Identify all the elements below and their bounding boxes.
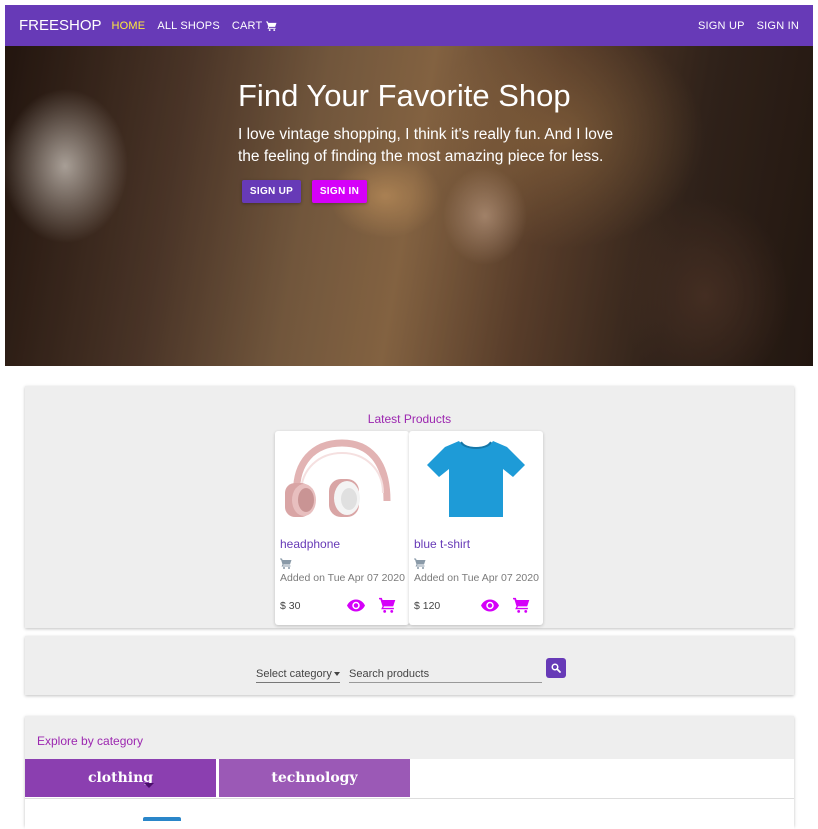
product-name[interactable]: headphone	[280, 537, 340, 551]
hero-title: Find Your Favorite Shop	[238, 78, 571, 113]
product-card: headphone Added on Tue Apr 07 2020 $ 30	[275, 431, 409, 625]
headphone-image[interactable]	[275, 431, 409, 531]
caret-down-icon	[144, 783, 154, 788]
category-select-label: Select category	[256, 667, 332, 680]
tab-divider	[25, 798, 794, 799]
search-icon	[551, 663, 561, 673]
latest-products-panel: Latest Products headphone Added on Tue A…	[25, 386, 794, 628]
brand-logo[interactable]: FREESHOP	[19, 17, 102, 34]
add-to-cart-icon[interactable]	[513, 597, 530, 613]
nav-cart-label: CART	[231, 19, 263, 32]
nav-all-shops[interactable]: ALL SHOPS	[157, 20, 220, 32]
product-card: blue t-shirt Added on Tue Apr 07 2020 $ …	[409, 431, 543, 625]
product-date: Added on Tue Apr 07 2020	[414, 572, 539, 584]
eye-icon[interactable]	[481, 599, 499, 612]
navbar: FREESHOP HOME ALL SHOPS CART SIGN UP SIG…	[5, 5, 813, 46]
hero-sign-up-button[interactable]: SIGN UP	[242, 180, 301, 203]
nav-sign-in[interactable]: SIGN IN	[757, 20, 799, 32]
product-name[interactable]: blue t-shirt	[414, 537, 470, 551]
search-input[interactable]	[349, 665, 542, 683]
search-button[interactable]	[546, 658, 566, 678]
explore-panel: Explore by category clothing technology	[25, 716, 794, 829]
product-price: $ 120	[414, 600, 441, 612]
nav-right: SIGN UP SIGN IN	[686, 20, 799, 32]
tshirt-image[interactable]	[409, 431, 543, 531]
chevron-down-icon	[333, 671, 340, 676]
latest-products-title: Latest Products	[367, 412, 452, 426]
tab-clothing[interactable]: clothing	[25, 759, 216, 797]
hero-banner: Find Your Favorite Shop I love vintage s…	[5, 46, 813, 366]
shop-cart-icon	[414, 558, 426, 569]
nav-home[interactable]: HOME	[112, 20, 146, 32]
eye-icon[interactable]	[347, 599, 365, 612]
shop-cart-icon	[280, 558, 292, 569]
nav-cart[interactable]: CART	[232, 20, 278, 32]
hero-text: I love vintage shopping, I think it's re…	[238, 126, 614, 165]
cart-icon	[266, 20, 277, 31]
tab-technology-label: technology	[271, 770, 358, 786]
category-tabs: clothing technology	[25, 759, 794, 829]
hero-sign-in-button[interactable]: SIGN IN	[312, 180, 367, 203]
search-panel: Select category	[25, 636, 794, 695]
product-date: Added on Tue Apr 07 2020	[280, 572, 405, 584]
nav-sign-up[interactable]: SIGN UP	[698, 20, 745, 32]
product-price: $ 30	[280, 600, 301, 612]
category-select[interactable]: Select category	[256, 665, 340, 683]
add-to-cart-icon[interactable]	[379, 597, 396, 613]
explore-title: Explore by category	[37, 734, 144, 748]
tab-technology[interactable]: technology	[219, 759, 410, 797]
